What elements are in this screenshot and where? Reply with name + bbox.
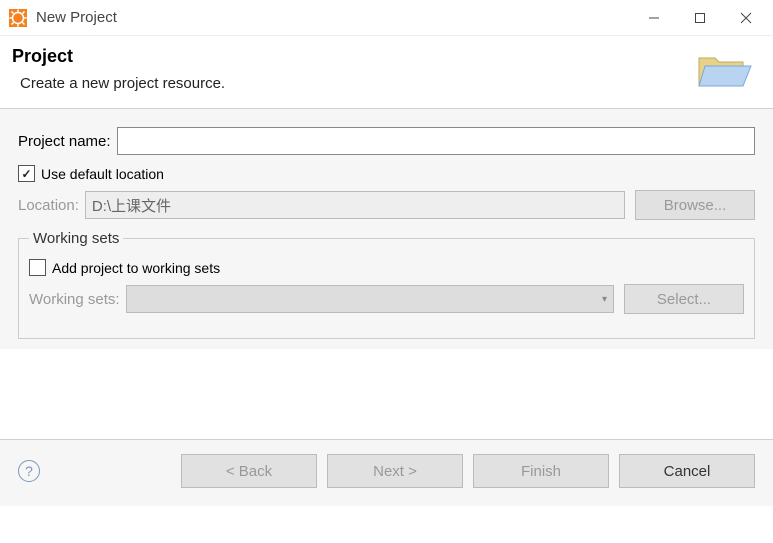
- maximize-button[interactable]: [677, 1, 723, 35]
- window-controls: [631, 1, 769, 35]
- finish-button: Finish: [473, 454, 609, 488]
- wizard-content: Project name: Use default location Locat…: [0, 109, 773, 349]
- page-title: Project: [12, 46, 695, 67]
- close-button[interactable]: [723, 1, 769, 35]
- use-default-location-checkbox[interactable]: Use default location: [18, 165, 755, 182]
- location-label: Location:: [18, 197, 79, 214]
- location-input: [85, 191, 625, 219]
- page-subtitle: Create a new project resource.: [20, 75, 695, 92]
- project-name-label: Project name:: [18, 133, 111, 150]
- add-to-working-sets-checkbox[interactable]: Add project to working sets: [29, 259, 744, 276]
- cancel-button[interactable]: Cancel: [619, 454, 755, 488]
- working-sets-select: ▾: [126, 285, 614, 313]
- next-button: Next >: [327, 454, 463, 488]
- window-title: New Project: [36, 9, 631, 26]
- chevron-down-icon: ▾: [602, 294, 607, 305]
- titlebar: New Project: [0, 0, 773, 36]
- project-name-input[interactable]: [117, 127, 755, 155]
- use-default-location-label: Use default location: [41, 166, 164, 182]
- back-button: < Back: [181, 454, 317, 488]
- working-sets-label: Working sets:: [29, 291, 120, 308]
- minimize-button[interactable]: [631, 1, 677, 35]
- app-icon: [8, 8, 28, 28]
- checkbox-icon: [18, 165, 35, 182]
- help-icon[interactable]: ?: [18, 460, 40, 482]
- select-button: Select...: [624, 284, 744, 314]
- wizard-header: Project Create a new project resource.: [0, 36, 773, 108]
- wizard-footer: ? < Back Next > Finish Cancel: [0, 440, 773, 506]
- working-sets-legend: Working sets: [29, 230, 123, 247]
- add-to-working-sets-label: Add project to working sets: [52, 260, 220, 276]
- folder-icon: [695, 46, 755, 94]
- browse-button: Browse...: [635, 190, 755, 220]
- working-sets-group: Working sets Add project to working sets…: [18, 230, 755, 339]
- checkbox-icon: [29, 259, 46, 276]
